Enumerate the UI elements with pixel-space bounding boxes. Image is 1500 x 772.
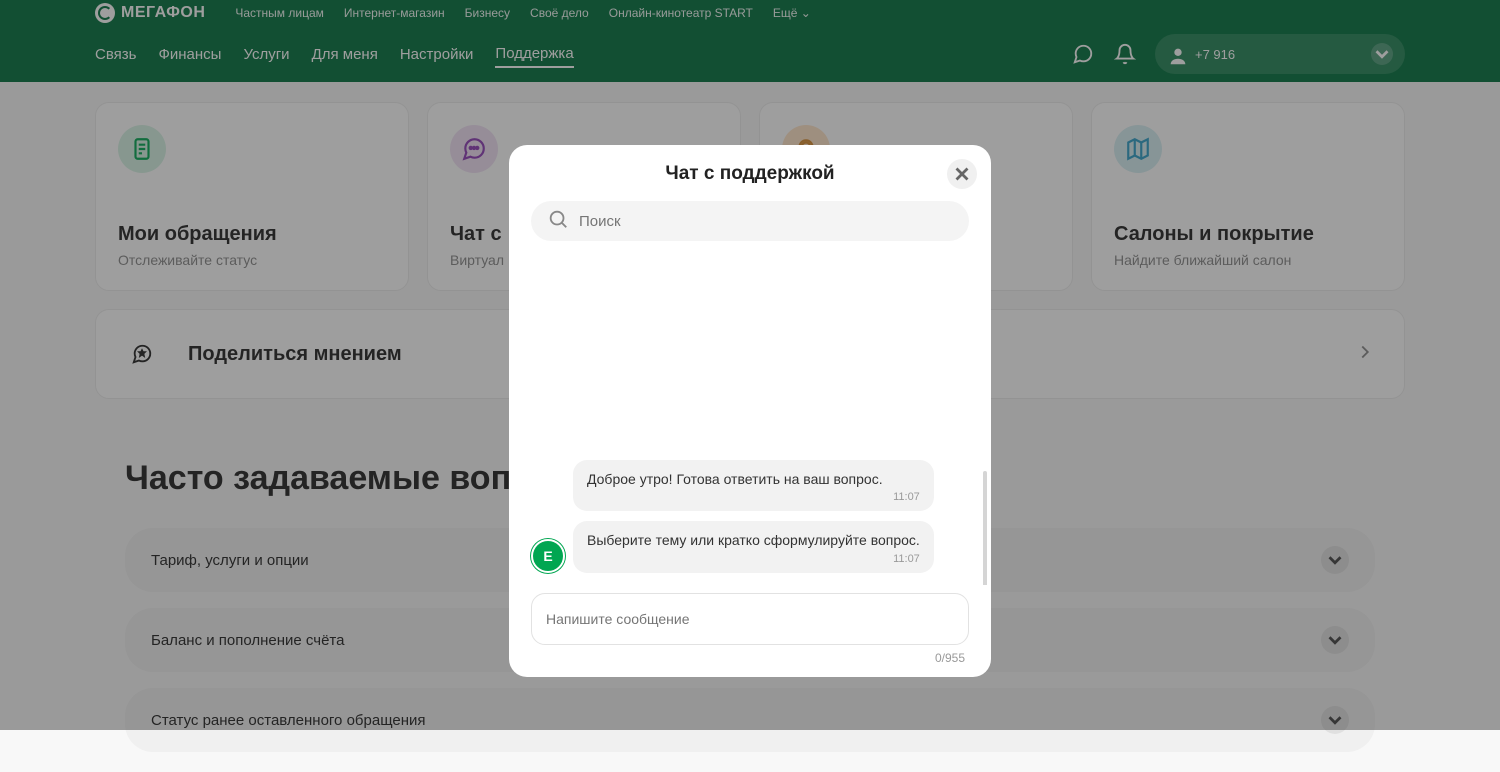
chat-search[interactable] [531,201,969,241]
search-icon [547,208,569,235]
close-button[interactable] [947,159,977,189]
support-chat-modal: Чат с поддержкой E Доброе утро! Готова о… [509,145,991,677]
chat-search-input[interactable] [579,213,953,230]
scrollbar[interactable] [983,471,987,585]
chat-message: Выберите тему или кратко сформулируйте в… [573,521,934,573]
bot-avatar: E [531,539,565,573]
message-text: Доброе утро! Готова ответить на ваш вопр… [587,471,883,487]
modal-title: Чат с поддержкой [509,163,991,185]
modal-overlay[interactable]: Чат с поддержкой E Доброе утро! Готова о… [0,0,1500,730]
message-time: 11:07 [587,490,920,505]
message-input-box[interactable] [531,593,969,645]
char-counter: 0/955 [509,651,965,665]
message-text: Выберите тему или кратко сформулируйте в… [587,532,920,548]
message-time: 11:07 [587,552,920,567]
message-input[interactable] [546,611,954,627]
chat-message: Доброе утро! Готова ответить на ваш вопр… [573,460,934,512]
